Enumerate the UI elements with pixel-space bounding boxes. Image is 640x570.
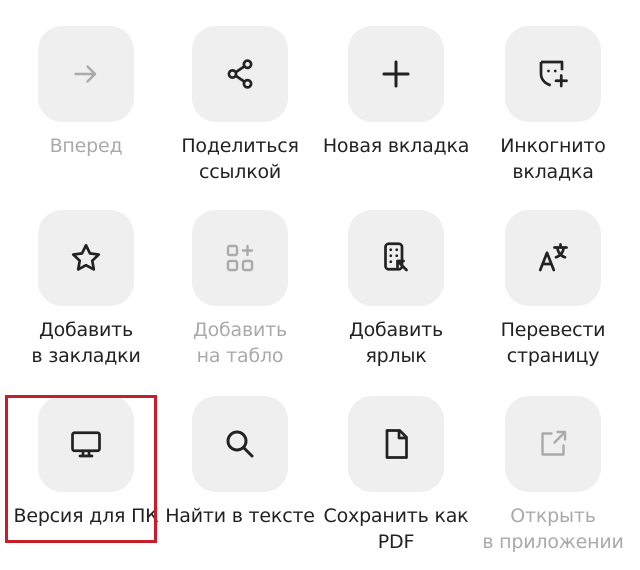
plus-icon bbox=[382, 60, 410, 88]
grid-plus-icon bbox=[226, 244, 254, 272]
share-tile[interactable]: Поделиться ссылкой bbox=[162, 26, 318, 185]
forward-label: Вперед bbox=[49, 135, 123, 157]
translate-button[interactable] bbox=[505, 210, 601, 306]
find-in-page-button[interactable] bbox=[192, 396, 288, 492]
incognito-mask-icon bbox=[539, 60, 568, 88]
add-bookmark-tile[interactable]: Добавить в закладки bbox=[8, 210, 164, 369]
find-in-page-tile[interactable]: Найти в тексте bbox=[162, 396, 318, 529]
add-shortcut-button[interactable] bbox=[348, 210, 444, 306]
forward-button[interactable] bbox=[38, 26, 134, 122]
incognito-tile[interactable]: Инкогнито вкладка bbox=[475, 26, 631, 185]
translate-tile[interactable]: Перевести страницу bbox=[475, 210, 631, 369]
open-in-app-button[interactable] bbox=[505, 396, 601, 492]
arrow-right-icon bbox=[74, 65, 97, 83]
add-to-dashboard-button[interactable] bbox=[192, 210, 288, 306]
translate-label: Перевести страницу bbox=[500, 319, 606, 367]
save-pdf-button[interactable] bbox=[348, 396, 444, 492]
open-external-icon bbox=[541, 430, 567, 456]
star-icon bbox=[71, 243, 101, 271]
open-in-app-tile[interactable]: Открыть в приложении bbox=[475, 396, 631, 555]
new-tab-label: Новая вкладка bbox=[322, 135, 470, 157]
add-shortcut-tile[interactable]: Добавить ярлык bbox=[318, 210, 474, 369]
find-in-page-label: Найти в тексте bbox=[165, 505, 315, 527]
incognito-button[interactable] bbox=[505, 26, 601, 122]
incognito-label: Инкогнито вкладка bbox=[500, 135, 606, 183]
translate-icon bbox=[538, 243, 568, 272]
browser-menu-grid: Вперед Поделиться ссылкой Новая вкладка bbox=[0, 0, 640, 570]
add-shortcut-label: Добавить ярлык bbox=[348, 319, 444, 367]
highlight-frame bbox=[5, 395, 157, 543]
search-icon bbox=[226, 430, 254, 458]
open-in-app-label: Открыть в приложении bbox=[482, 505, 624, 553]
save-pdf-label: Сохранить как PDF bbox=[323, 505, 469, 553]
document-icon bbox=[385, 429, 408, 459]
save-pdf-tile[interactable]: Сохранить как PDF bbox=[318, 396, 474, 555]
share-label: Поделиться ссылкой bbox=[181, 135, 299, 183]
add-to-dashboard-label: Добавить на табло bbox=[192, 319, 288, 367]
shortcut-icon bbox=[384, 242, 408, 272]
new-tab-button[interactable] bbox=[348, 26, 444, 122]
add-bookmark-button[interactable] bbox=[38, 210, 134, 306]
add-bookmark-label: Добавить в закладки bbox=[31, 319, 141, 367]
add-to-dashboard-tile[interactable]: Добавить на табло bbox=[162, 210, 318, 369]
share-button[interactable] bbox=[192, 26, 288, 122]
share-icon bbox=[227, 59, 253, 89]
new-tab-tile[interactable]: Новая вкладка bbox=[318, 26, 474, 159]
forward-tile[interactable]: Вперед bbox=[8, 26, 164, 159]
